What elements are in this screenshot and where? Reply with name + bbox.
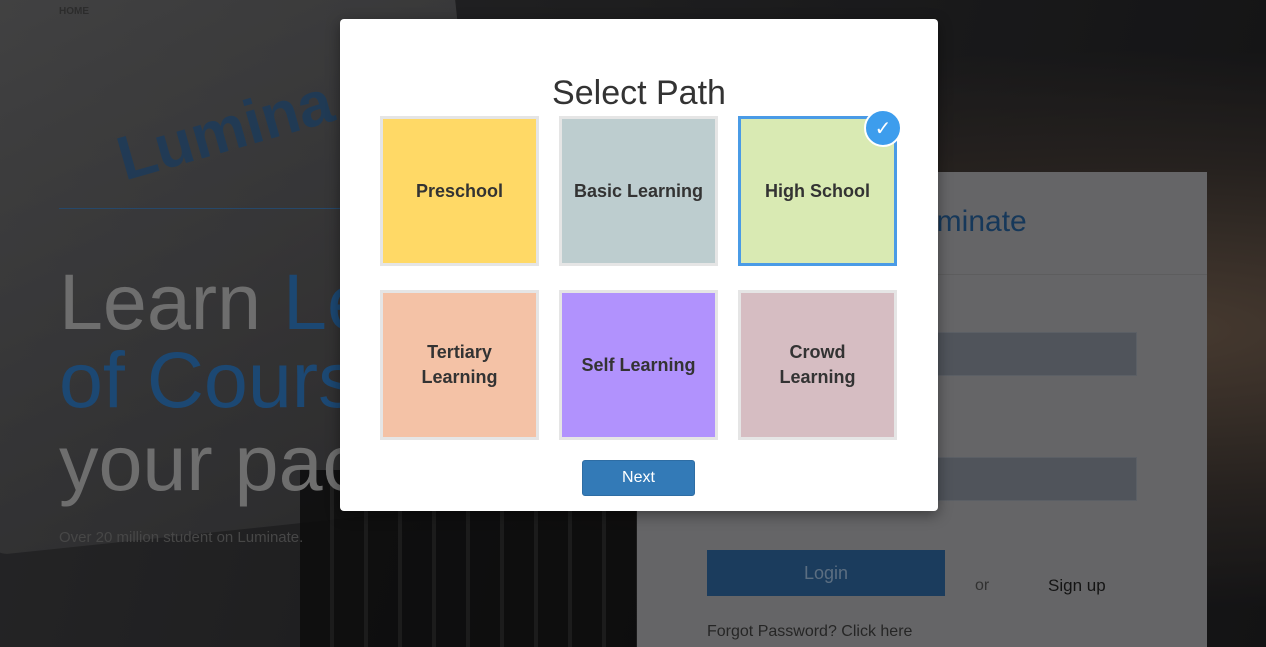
path-tile-label: Basic Learning [573,180,704,201]
modal-title: Select Path [552,74,726,112]
path-tile-self-learning[interactable]: Self Learning [559,290,718,440]
path-tile-basic-learning[interactable]: Basic Learning [559,116,718,266]
path-tile-label: High School [765,180,870,201]
path-tile-label: Tertiary Learning [421,342,498,387]
path-tile-tertiary-learning[interactable]: Tertiary Learning [380,290,539,440]
path-tile-label: Crowd Learning [779,342,856,387]
select-path-modal: Select Path Preschool Basic Learning Hig… [340,19,938,511]
path-tile-preschool[interactable]: Preschool [380,116,539,266]
path-tile-label: Preschool [415,180,504,201]
next-button[interactable]: Next [582,460,695,496]
page: HOME Lumina Learn Le of Cours your pac O… [0,0,1266,647]
path-tile-crowd-learning[interactable]: Crowd Learning [738,290,897,440]
check-icon: ✓ [864,109,902,147]
path-tile-label: Self Learning [581,354,696,375]
